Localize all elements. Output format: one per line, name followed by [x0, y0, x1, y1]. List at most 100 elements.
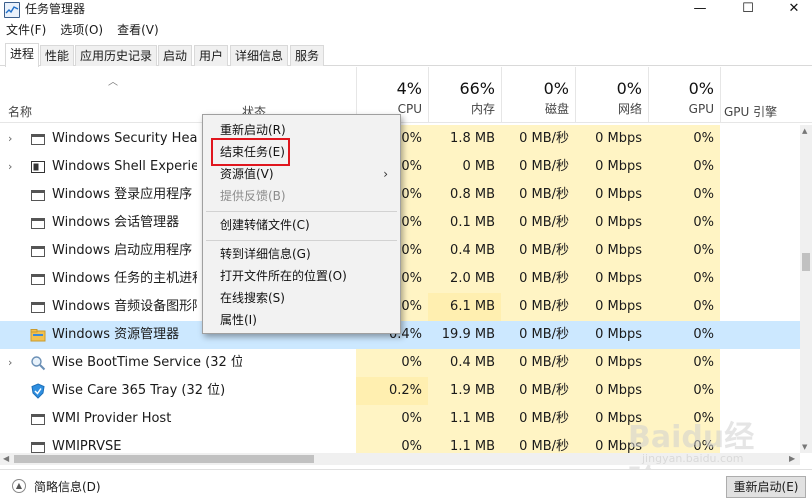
header-gpu-label: GPU — [688, 102, 714, 116]
footer-bar: ▲ 简略信息(D) 重新启动(E) — [0, 469, 812, 501]
fewer-details-link[interactable]: 简略信息(D) — [34, 478, 101, 495]
menu-item-resource-values[interactable]: 资源值(V) › — [203, 163, 400, 185]
memory-cell: 1.1 MB — [428, 433, 501, 453]
menu-item-go-to-details[interactable]: 转到详细信息(G) — [203, 243, 400, 265]
header-memory-pct: 66% — [459, 79, 495, 98]
menu-item-create-dump[interactable]: 创建转储文件(C) — [203, 214, 400, 236]
memory-cell: 1.9 MB — [428, 377, 501, 405]
network-cell: 0 Mbps — [575, 125, 648, 153]
header-network-pct: 0% — [616, 79, 642, 98]
window-title: 任务管理器 — [25, 2, 86, 16]
menu-bar: 文件(F) 选项(O) 查看(V) — [0, 21, 169, 39]
menu-item-resource-values-label: 资源值(V) — [220, 167, 274, 181]
menu-item-search-online[interactable]: 在线搜索(S) — [203, 287, 400, 309]
table-row[interactable]: WMI Provider Host 0% 1.1 MB 0 MB/秒 0 Mbp… — [0, 405, 800, 433]
disk-cell: 0 MB/秒 — [501, 293, 575, 321]
header-name[interactable]: 名称 — [8, 103, 32, 120]
menu-file[interactable]: 文件(F) — [0, 21, 50, 39]
restart-button[interactable]: 重新启动(E) — [726, 476, 806, 498]
magnifier-icon — [31, 356, 46, 371]
header-cpu-pct: 4% — [396, 79, 422, 98]
gpu-cell: 0% — [648, 153, 720, 181]
close-button[interactable]: ✕ — [776, 0, 812, 16]
gpu-cell: 0% — [648, 237, 720, 265]
memory-cell: 1.1 MB — [428, 405, 501, 433]
memory-cell: 0.1 MB — [428, 209, 501, 237]
vertical-scrollbar[interactable]: ▲ ▼ — [800, 125, 812, 453]
horizontal-scrollbar[interactable]: ◀ ▶ — [0, 453, 800, 465]
menu-options[interactable]: 选项(O) — [56, 21, 107, 39]
header-memory[interactable]: 66% 内存 — [428, 79, 501, 123]
gpu-cell: 0% — [648, 349, 720, 377]
menu-view[interactable]: 查看(V) — [113, 21, 163, 39]
network-cell: 0 Mbps — [575, 349, 648, 377]
tab-processes[interactable]: 进程 — [5, 43, 40, 67]
process-name: Windows 任务的主机进程 — [52, 271, 197, 286]
tab-services[interactable]: 服务 — [290, 45, 325, 66]
app-window-icon — [31, 442, 45, 453]
scroll-up-icon[interactable]: ▲ — [802, 127, 807, 135]
disk-cell: 0 MB/秒 — [501, 125, 575, 153]
process-name: WMI Provider Host — [52, 411, 172, 426]
gpu-cell: 0% — [648, 181, 720, 209]
tab-bar: 进程 性能 应用历史记录 启动 用户 详细信息 服务 — [0, 43, 812, 67]
network-cell: 0 Mbps — [575, 265, 648, 293]
menu-separator — [206, 211, 397, 212]
process-name: Wise Care 365 Tray (32 位) — [52, 383, 226, 398]
gpu-cell: 0% — [648, 433, 720, 453]
menu-item-feedback: 提供反馈(B) — [220, 189, 286, 203]
process-name: Windows 音频设备图形隔离 — [52, 299, 197, 314]
header-gpu-engine[interactable]: GPU 引擎 — [724, 103, 777, 120]
expand-chevron-icon[interactable]: › — [8, 133, 18, 145]
sort-up-icon: ︿ — [108, 77, 118, 88]
gpu-cell: 0% — [648, 405, 720, 433]
network-cell: 0 Mbps — [575, 209, 648, 237]
disk-cell: 0 MB/秒 — [501, 377, 575, 405]
tab-app-history[interactable]: 应用历史记录 — [75, 45, 158, 66]
expand-chevron-icon[interactable]: › — [8, 357, 18, 369]
maximize-button[interactable]: ☐ — [730, 0, 766, 16]
menu-item-open-file-location[interactable]: 打开文件所在的位置(O) — [203, 265, 400, 287]
disk-cell: 0 MB/秒 — [501, 181, 575, 209]
collapse-up-icon[interactable]: ▲ — [12, 479, 26, 493]
table-row[interactable]: Wise Care 365 Tray (32 位) 0.2% 1.9 MB 0 … — [0, 377, 800, 405]
tab-users[interactable]: 用户 — [194, 45, 229, 66]
header-gpu[interactable]: 0% GPU — [648, 79, 720, 123]
scroll-left-icon[interactable]: ◀ — [3, 453, 9, 465]
table-row[interactable]: › Wise BootTime Service (32 位) 0% 0.4 MB… — [0, 349, 800, 377]
tab-details[interactable]: 详细信息 — [230, 45, 289, 66]
disk-cell: 0 MB/秒 — [501, 433, 575, 453]
shield-icon — [31, 383, 45, 399]
scroll-right-icon[interactable]: ▶ — [789, 453, 795, 465]
network-cell: 0 Mbps — [575, 377, 648, 405]
network-cell: 0 Mbps — [575, 153, 648, 181]
gpu-cell: 0% — [648, 209, 720, 237]
title-bar: 任务管理器 — ☐ ✕ — [0, 0, 812, 20]
disk-cell: 0 MB/秒 — [501, 209, 575, 237]
task-manager-icon — [4, 2, 20, 18]
minimize-button[interactable]: — — [682, 0, 718, 16]
disk-cell: 0 MB/秒 — [501, 153, 575, 181]
network-cell: 0 Mbps — [575, 293, 648, 321]
scroll-down-icon[interactable]: ▼ — [802, 443, 807, 451]
network-cell: 0 Mbps — [575, 181, 648, 209]
network-cell: 0 Mbps — [575, 433, 648, 453]
header-network[interactable]: 0% 网络 — [575, 79, 648, 123]
header-memory-label: 内存 — [470, 102, 495, 116]
process-name: Windows 登录应用程序 — [52, 187, 193, 202]
menu-item-properties[interactable]: 属性(I) — [203, 309, 400, 331]
gpu-cell: 0% — [648, 125, 720, 153]
expand-chevron-icon[interactable]: › — [8, 161, 18, 173]
header-disk[interactable]: 0% 磁盘 — [501, 79, 575, 123]
scrollbar-thumb[interactable] — [802, 253, 810, 271]
tab-startup[interactable]: 启动 — [158, 45, 193, 66]
memory-cell: 0 MB — [428, 153, 501, 181]
app-window-icon — [31, 218, 45, 229]
scrollbar-thumb[interactable] — [14, 455, 314, 463]
tab-performance[interactable]: 性能 — [40, 45, 75, 66]
disk-cell: 0 MB/秒 — [501, 265, 575, 293]
table-row[interactable]: WMIPRVSE 0% 1.1 MB 0 MB/秒 0 Mbps 0% — [0, 433, 800, 453]
shell-icon — [31, 161, 45, 173]
column-headers: ︿ 名称 状态 4% CPU 66% 内存 0% 磁盘 0% 网络 0% GPU… — [0, 67, 812, 123]
memory-cell: 2.0 MB — [428, 265, 501, 293]
